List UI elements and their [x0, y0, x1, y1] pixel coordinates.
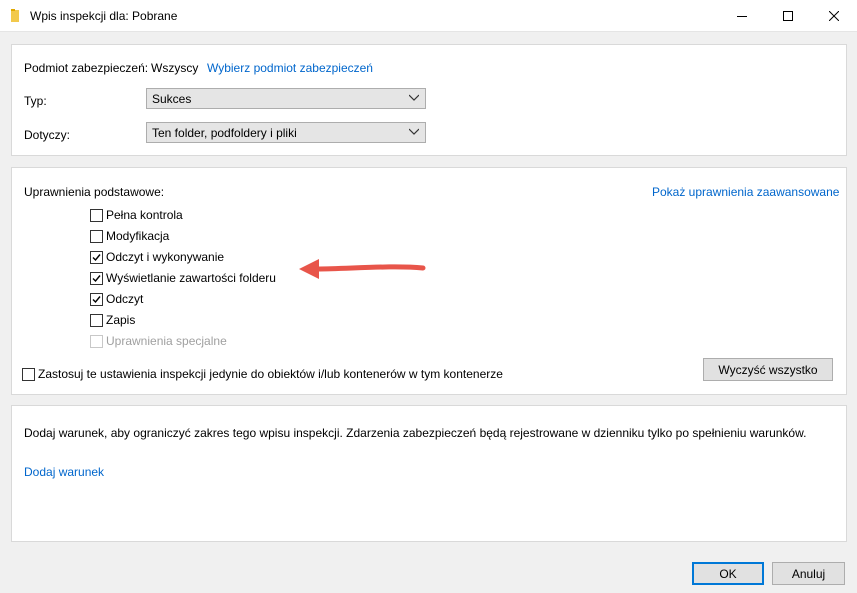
ok-button[interactable]: OK	[692, 562, 764, 585]
close-button[interactable]	[811, 0, 857, 31]
maximize-icon	[783, 10, 793, 21]
chevron-down-icon	[409, 94, 419, 101]
type-select-value: Sukces	[152, 92, 192, 106]
close-icon	[829, 10, 839, 21]
checkbox-read-execute[interactable]	[90, 251, 103, 264]
minimize-icon	[737, 15, 747, 17]
special-permissions-label: Uprawnienia specjalne	[106, 334, 227, 348]
read-label: Odczyt	[106, 292, 144, 306]
applies-select-value: Ten folder, podfoldery i pliki	[152, 126, 297, 140]
folder-icon	[11, 9, 19, 22]
applies-label: Dotyczy:	[24, 128, 71, 142]
conditions-panel: Dodaj warunek, aby ograniczyć zakres teg…	[11, 405, 847, 542]
modify-label: Modyfikacja	[106, 229, 170, 243]
checkbox-read[interactable]	[90, 293, 103, 306]
checkbox-modify[interactable]	[90, 230, 103, 243]
write-label: Zapis	[106, 313, 136, 327]
checkbox-full-control[interactable]	[90, 209, 103, 222]
permissions-heading: Uprawnienia podstawowe:	[24, 185, 165, 199]
type-label: Typ:	[24, 94, 47, 108]
clear-all-button[interactable]: Wyczyść wszystko	[703, 358, 833, 381]
select-principal-link[interactable]: Wybierz podmiot zabezpieczeń	[207, 61, 373, 75]
checkmark-icon	[92, 275, 101, 283]
annotation-arrow	[299, 259, 426, 279]
checkbox-write[interactable]	[90, 314, 103, 327]
read-execute-label: Odczyt i wykonywanie	[106, 250, 225, 264]
apply-only-label: Zastosuj te ustawienia inspekcji jedynie…	[38, 367, 503, 381]
window-title: Wpis inspekcji dla: Pobrane	[30, 9, 178, 23]
applies-select[interactable]: Ten folder, podfoldery i pliki	[146, 122, 426, 143]
checkmark-icon	[92, 296, 101, 304]
type-select[interactable]: Sukces	[146, 88, 426, 109]
maximize-button[interactable]	[765, 0, 811, 31]
checkbox-apply-only-to-container[interactable]	[22, 368, 35, 381]
button-bar: OK Anuluj	[0, 550, 857, 593]
title-bar: Wpis inspekcji dla: Pobrane	[0, 0, 857, 32]
cancel-button[interactable]: Anuluj	[772, 562, 845, 585]
checkbox-list-folder[interactable]	[90, 272, 103, 285]
checkmark-icon	[92, 254, 101, 262]
minimize-button[interactable]	[719, 0, 765, 31]
principal-label: Podmiot zabezpieczeń:	[24, 61, 149, 75]
add-condition-link[interactable]: Dodaj warunek	[24, 465, 104, 479]
full-control-label: Pełna kontrola	[106, 208, 183, 222]
permissions-panel: Uprawnienia podstawowe: Pokaż uprawnieni…	[11, 167, 847, 395]
chevron-down-icon	[409, 128, 419, 135]
conditions-description: Dodaj warunek, aby ograniczyć zakres teg…	[24, 426, 807, 440]
show-advanced-permissions-link[interactable]: Pokaż uprawnienia zaawansowane	[652, 185, 839, 199]
list-folder-label: Wyświetlanie zawartości folderu	[106, 271, 276, 285]
principal-panel: Podmiot zabezpieczeń: Wszyscy Wybierz po…	[11, 44, 847, 156]
checkbox-special-permissions	[90, 335, 103, 348]
principal-value: Wszyscy	[151, 61, 199, 75]
